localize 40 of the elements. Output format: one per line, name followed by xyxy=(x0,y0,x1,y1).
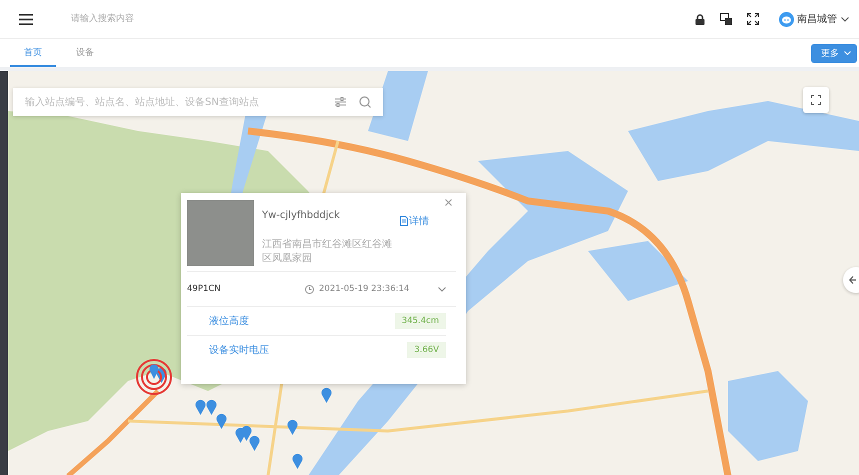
menu-icon[interactable] xyxy=(19,14,33,24)
fullscreen-icon[interactable] xyxy=(747,13,759,25)
arrow-left-icon xyxy=(849,275,857,285)
fullscreen-button[interactable] xyxy=(803,87,829,113)
screen-icon[interactable] xyxy=(720,13,732,25)
chevron-down-icon[interactable] xyxy=(841,16,849,22)
map-pin-icon xyxy=(287,419,298,435)
document-icon xyxy=(400,216,408,226)
map-pin-icon xyxy=(292,453,303,469)
chevron-down-icon xyxy=(844,51,851,55)
close-icon[interactable] xyxy=(445,199,452,206)
reading-value: 345.4cm xyxy=(394,313,446,329)
map-pin-icon xyxy=(249,435,260,451)
alarm-marker-icon xyxy=(136,359,172,395)
user-name[interactable]: 南昌城管 xyxy=(797,12,837,26)
reading-value: 3.66V xyxy=(407,342,446,358)
clock-icon xyxy=(305,284,314,294)
more-button[interactable]: 更多 xyxy=(811,44,857,62)
photo-placeholder xyxy=(187,200,254,266)
tab[interactable]: 首页 xyxy=(10,39,56,67)
timestamp: 2021-05-19 23:36:14 xyxy=(319,284,410,294)
avatar-icon[interactable] xyxy=(779,12,794,26)
tab[interactable]: 设备 xyxy=(62,39,108,67)
map-pin-icon xyxy=(206,399,217,415)
filter-icon[interactable] xyxy=(335,97,346,107)
fullscreen-icon xyxy=(811,95,821,105)
chevron-icon[interactable] xyxy=(438,286,446,292)
reading-label: 设备实时电压 xyxy=(209,344,269,357)
search-icon[interactable] xyxy=(359,96,371,108)
station-search-field[interactable]: 输入站点编号、站点名、站点地址、设备SN查询站点 xyxy=(13,88,383,116)
map-pin-icon xyxy=(241,425,252,441)
map-pin-icon xyxy=(216,413,227,429)
map-pin-icon xyxy=(195,399,206,415)
station-address: 江西省南昌市红谷滩区红谷滩区凤凰家园 xyxy=(262,238,393,266)
device-id: 49P1CN xyxy=(187,284,222,294)
lock-icon[interactable] xyxy=(695,14,705,24)
reading-label: 液位高度 xyxy=(209,314,249,328)
detail-link[interactable]: 详情 xyxy=(400,214,429,228)
map-pin-icon xyxy=(321,387,332,403)
station-name: Yw-cjlyfhbddjck xyxy=(262,210,340,223)
